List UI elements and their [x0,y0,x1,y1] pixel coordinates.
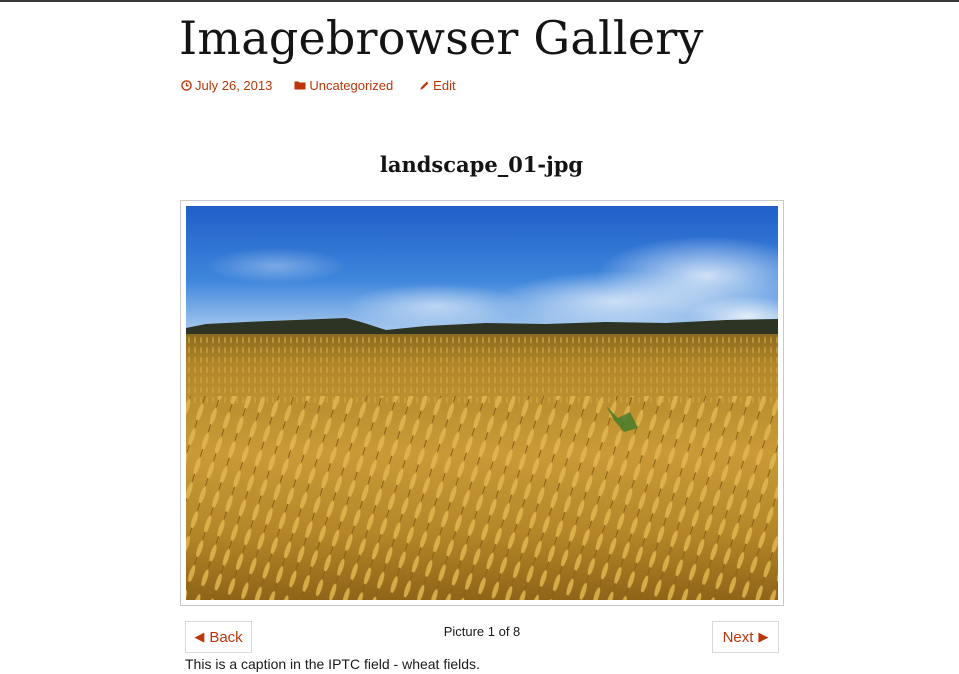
category-link[interactable]: Uncategorized [294,78,393,93]
triangle-left-icon: ◀ [194,629,205,644]
post-title: Imagebrowser Gallery [179,11,704,65]
image-title: landscape_01-jpg [379,152,584,177]
edit-label: Edit [433,77,456,93]
triangle-right-icon: ▶ [758,629,769,644]
post-date-link[interactable]: July 26, 2013 [181,78,272,93]
top-border [0,0,959,2]
back-label: Back [209,628,243,646]
category-label: Uncategorized [309,77,394,93]
back-button[interactable]: ◀ Back [185,621,252,653]
folder-icon [294,80,309,90]
picture-counter: Picture 1 of 8 [443,624,521,639]
edit-link[interactable]: Edit [419,77,456,93]
clock-icon [181,79,195,91]
next-label: Next [722,628,754,646]
image-frame [180,200,784,606]
next-button[interactable]: Next ▶ [712,621,779,653]
post-date: July 26, 2013 [195,77,273,93]
gallery-image[interactable] [186,206,778,600]
entry-meta: July 26, 2013 Uncategorized Edit [181,77,456,93]
image-caption: This is a caption in the IPTC field - wh… [185,656,480,672]
pencil-icon [419,80,433,91]
